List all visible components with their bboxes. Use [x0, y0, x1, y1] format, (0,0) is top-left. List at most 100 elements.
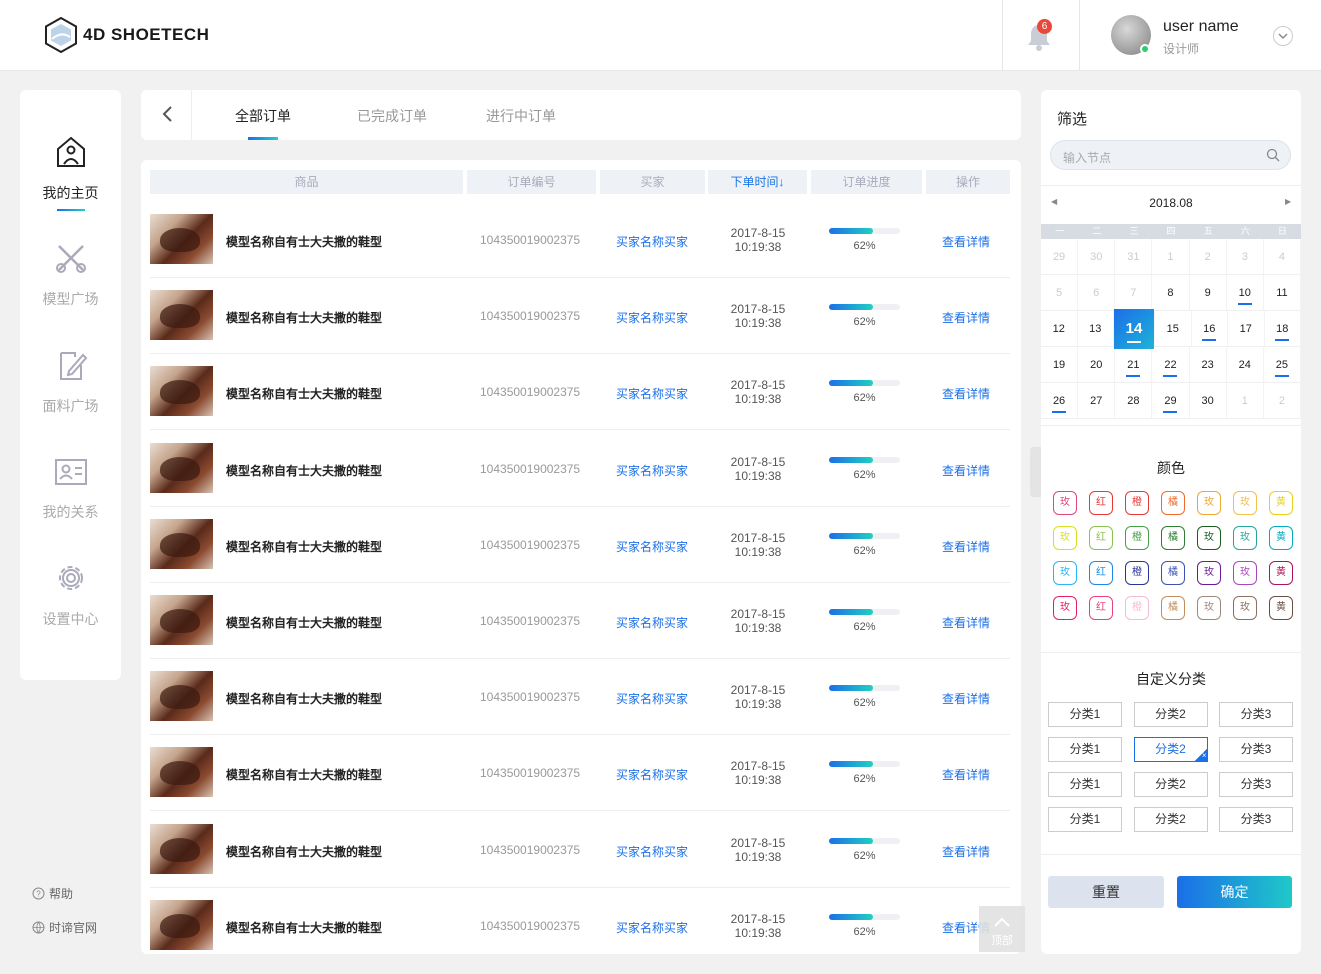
calendar-day[interactable]: 24	[1227, 347, 1264, 382]
panel-collapse-handle[interactable]	[1030, 447, 1041, 497]
color-swatch[interactable]: 玫	[1197, 561, 1221, 585]
color-swatch[interactable]: 橘	[1161, 561, 1185, 585]
color-swatch[interactable]: 玫	[1197, 526, 1221, 550]
color-swatch[interactable]: 玫	[1053, 561, 1077, 585]
tab-completed-orders[interactable]: 已完成订单	[357, 106, 427, 126]
calendar-day[interactable]: 16	[1192, 311, 1228, 346]
color-swatch[interactable]: 玫	[1053, 596, 1077, 620]
logo[interactable]: 4D SHOETECH	[45, 17, 209, 53]
color-swatch[interactable]: 红	[1089, 596, 1113, 620]
category-chip[interactable]: 分类1	[1048, 772, 1122, 797]
calendar-day[interactable]: 28	[1115, 383, 1153, 418]
color-swatch[interactable]: 玫	[1233, 596, 1257, 620]
col-header-order-time[interactable]: 下单时间↓	[708, 170, 807, 194]
reset-button[interactable]: 重置	[1048, 876, 1164, 908]
color-swatch[interactable]: 玫	[1233, 561, 1257, 585]
calendar-day[interactable]: 6	[1078, 275, 1116, 310]
calendar-day[interactable]: 31	[1115, 239, 1153, 274]
calendar-day[interactable]: 22	[1152, 347, 1190, 382]
calendar-day[interactable]: 12	[1041, 311, 1078, 346]
calendar-day[interactable]: 30	[1190, 383, 1227, 418]
sidebar-item-model-plaza[interactable]: 模型广场	[20, 240, 121, 309]
category-chip[interactable]: 分类2	[1133, 807, 1208, 832]
category-chip[interactable]: 分类3	[1219, 702, 1293, 727]
calendar-day[interactable]: 2	[1190, 239, 1227, 274]
calendar-day[interactable]: 21	[1115, 347, 1153, 382]
view-details-link[interactable]: 查看详情	[942, 766, 990, 783]
category-chip[interactable]: 分类1	[1048, 737, 1122, 762]
buyer-link[interactable]: 买家名称买家	[616, 919, 688, 936]
confirm-button[interactable]: 确定	[1177, 876, 1292, 908]
product-thumbnail[interactable]	[150, 671, 213, 722]
calendar-day[interactable]: 30	[1078, 239, 1116, 274]
product-thumbnail[interactable]	[150, 899, 213, 950]
product-name[interactable]: 模型名称自有士大夫撒的鞋型	[226, 538, 382, 555]
back-arrow-icon[interactable]	[159, 104, 179, 124]
buyer-link[interactable]: 买家名称买家	[616, 538, 688, 555]
color-swatch[interactable]: 红	[1089, 561, 1113, 585]
calendar-day[interactable]: 20	[1078, 347, 1116, 382]
view-details-link[interactable]: 查看详情	[942, 538, 990, 555]
product-thumbnail[interactable]	[150, 823, 213, 874]
product-name[interactable]: 模型名称自有士大夫撒的鞋型	[226, 919, 382, 936]
product-thumbnail[interactable]	[150, 442, 213, 493]
color-swatch[interactable]: 橙	[1125, 596, 1149, 620]
sidebar-item-home[interactable]: 我的主页	[20, 134, 121, 211]
category-chip[interactable]: 分类1	[1048, 702, 1122, 727]
sidebar-item-settings[interactable]: 设置中心	[20, 560, 121, 629]
color-swatch[interactable]: 玫	[1197, 491, 1221, 515]
product-name[interactable]: 模型名称自有士大夫撒的鞋型	[226, 385, 382, 402]
calendar-day[interactable]: 26	[1041, 383, 1079, 418]
color-swatch[interactable]: 橘	[1161, 596, 1185, 620]
calendar-day-selected[interactable]: 14	[1114, 309, 1155, 349]
product-thumbnail[interactable]	[150, 366, 213, 417]
calendar-day[interactable]: 17	[1228, 311, 1265, 346]
calendar-day[interactable]: 18	[1265, 311, 1301, 346]
category-chip[interactable]: 分类1	[1048, 807, 1122, 832]
buyer-link[interactable]: 买家名称买家	[616, 233, 688, 250]
sidebar-item-fabric-plaza[interactable]: 面料广场	[20, 347, 121, 416]
product-name[interactable]: 模型名称自有士大夫撒的鞋型	[226, 462, 382, 479]
calendar-day[interactable]: 1	[1152, 239, 1190, 274]
product-name[interactable]: 模型名称自有士大夫撒的鞋型	[226, 309, 382, 326]
product-thumbnail[interactable]	[150, 747, 213, 798]
calendar-day[interactable]: 25	[1264, 347, 1301, 382]
color-swatch[interactable]: 玫	[1197, 596, 1221, 620]
calendar-day[interactable]: 2	[1264, 383, 1301, 418]
buyer-link[interactable]: 买家名称买家	[616, 385, 688, 402]
calendar-day[interactable]: 3	[1227, 239, 1264, 274]
product-name[interactable]: 模型名称自有士大夫撒的鞋型	[226, 233, 382, 250]
calendar-day[interactable]: 27	[1078, 383, 1116, 418]
color-swatch[interactable]: 红	[1089, 491, 1113, 515]
search-icon[interactable]	[1266, 148, 1280, 162]
color-swatch[interactable]: 橘	[1161, 526, 1185, 550]
category-chip[interactable]: 分类3	[1219, 807, 1293, 832]
color-swatch[interactable]: 黄	[1269, 526, 1293, 550]
calendar-day[interactable]: 8	[1152, 275, 1190, 310]
official-site-link[interactable]: 时谛官网	[32, 919, 97, 936]
buyer-link[interactable]: 买家名称买家	[616, 766, 688, 783]
color-swatch[interactable]: 玫	[1233, 491, 1257, 515]
category-chip[interactable]: 分类3	[1219, 737, 1293, 762]
calendar-day[interactable]: 1	[1227, 383, 1264, 418]
view-details-link[interactable]: 查看详情	[942, 233, 990, 250]
color-swatch[interactable]: 黄	[1269, 561, 1293, 585]
product-thumbnail[interactable]	[150, 595, 213, 645]
category-chip[interactable]: 分类2	[1133, 702, 1208, 727]
calendar-day[interactable]: 9	[1190, 275, 1227, 310]
product-name[interactable]: 模型名称自有士大夫撒的鞋型	[226, 766, 382, 783]
product-thumbnail[interactable]	[150, 290, 213, 341]
back-to-top-button[interactable]: 顶部	[979, 906, 1025, 952]
calendar-day[interactable]: 23	[1190, 347, 1227, 382]
calendar-day[interactable]: 15	[1155, 311, 1192, 346]
product-name[interactable]: 模型名称自有士大夫撒的鞋型	[226, 614, 382, 631]
calendar-day[interactable]: 19	[1041, 347, 1079, 382]
view-details-link[interactable]: 查看详情	[942, 385, 990, 402]
product-thumbnail[interactable]	[150, 214, 213, 264]
product-thumbnail[interactable]	[150, 518, 213, 569]
buyer-link[interactable]: 买家名称买家	[616, 690, 688, 707]
tab-all-orders[interactable]: 全部订单	[235, 106, 291, 126]
calendar-day[interactable]: 29	[1152, 383, 1190, 418]
category-chip[interactable]: 分类3	[1219, 772, 1293, 797]
buyer-link[interactable]: 买家名称买家	[616, 462, 688, 479]
